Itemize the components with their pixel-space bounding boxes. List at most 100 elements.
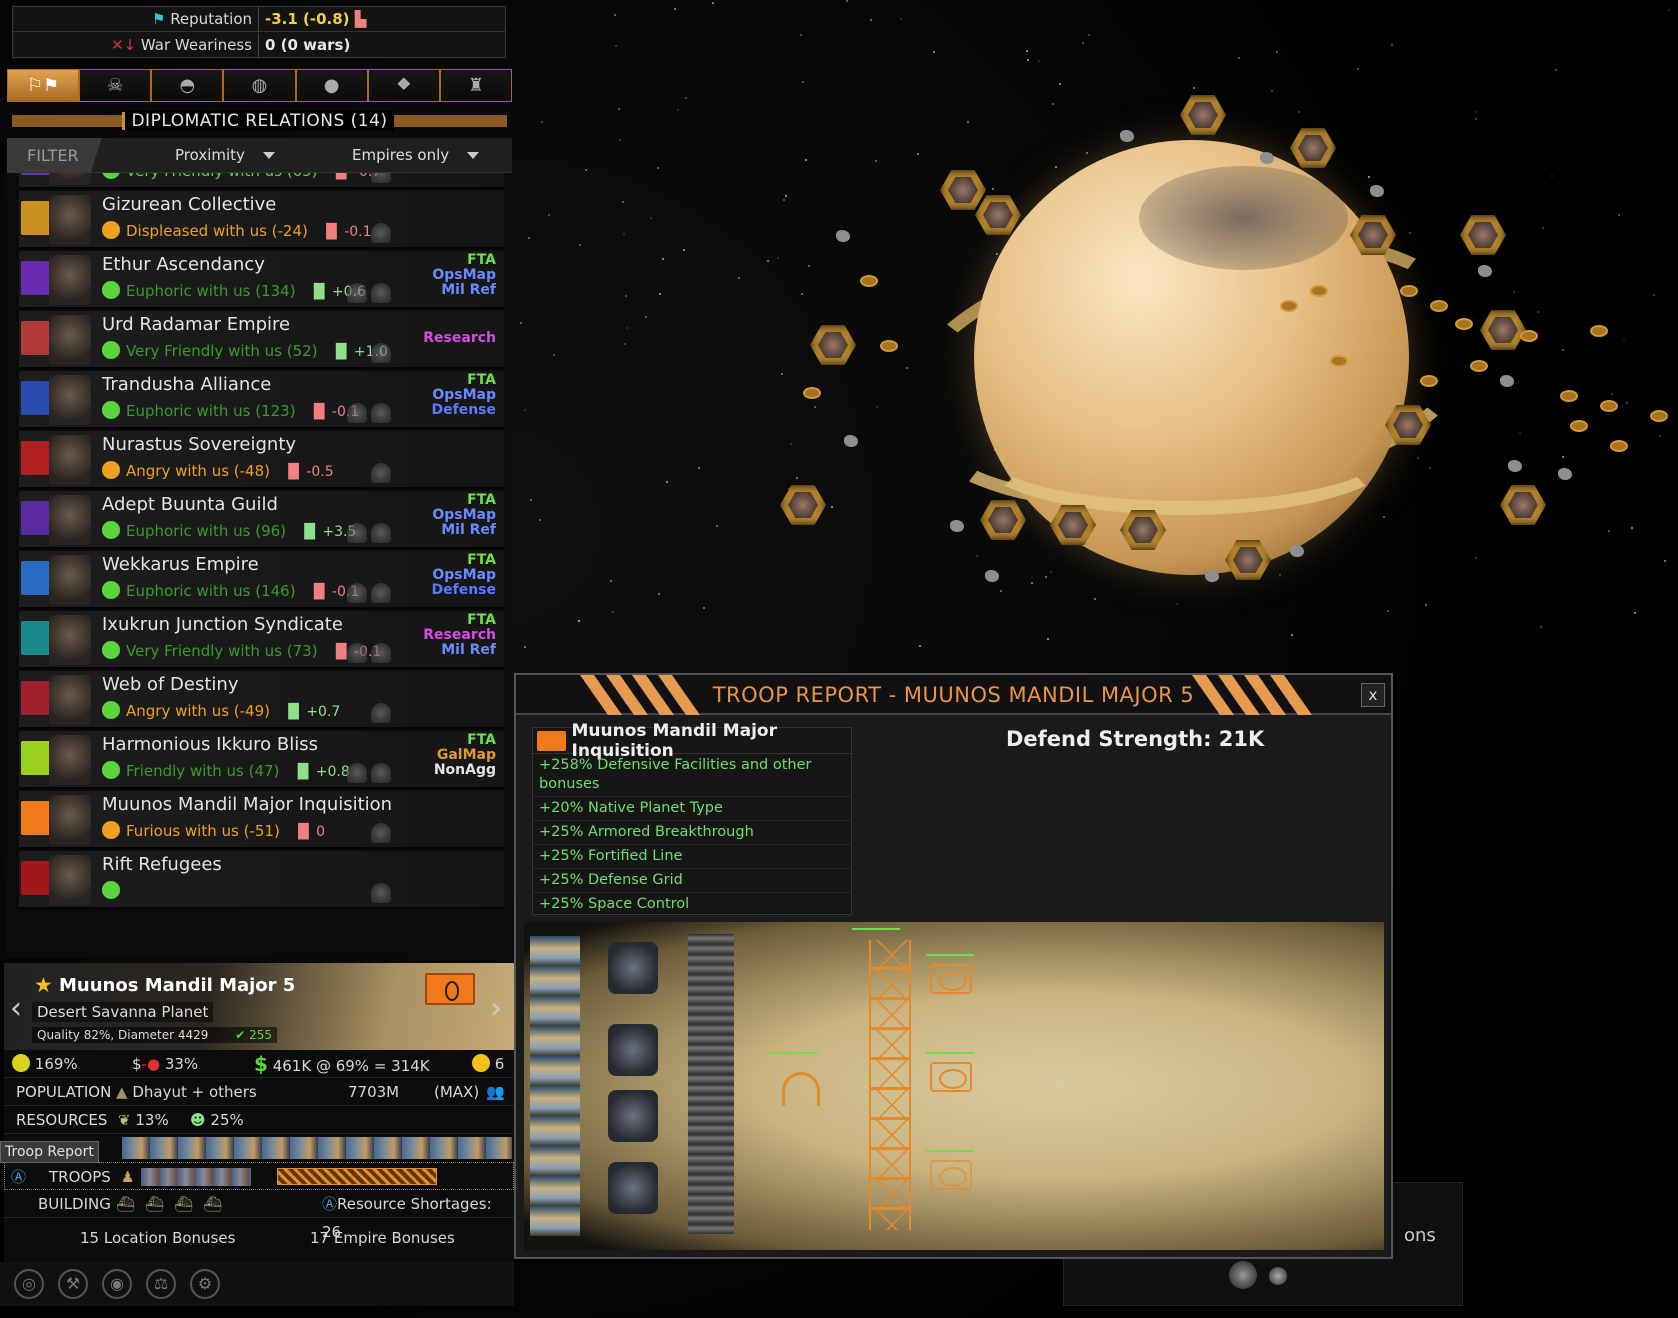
- eye-icon[interactable]: ◉: [102, 1269, 132, 1299]
- moon-thumb-icon[interactable]: [1269, 1267, 1287, 1285]
- planet-name[interactable]: Muunos Mandil Major 5: [59, 975, 295, 996]
- agent-icon[interactable]: [371, 523, 391, 543]
- star: [1625, 402, 1628, 405]
- next-planet-button[interactable]: ›: [490, 991, 502, 1026]
- agent-icon[interactable]: [371, 223, 391, 243]
- close-button[interactable]: x: [1361, 683, 1385, 707]
- troop-unit[interactable]: [608, 1162, 658, 1214]
- trend-value: -0.1: [344, 224, 372, 240]
- agent-icon[interactable]: [371, 173, 391, 183]
- treaty-badge: Mil Ref: [441, 642, 496, 658]
- smile-icon: [102, 881, 120, 899]
- reputation-value: -3.1 (-0.8) ▙: [265, 10, 367, 28]
- empire-entry[interactable]: Urd Radamar Empire Very Friendly with us…: [19, 311, 504, 369]
- location-bonuses[interactable]: 15 Location Bonuses: [80, 1229, 235, 1247]
- agent-icon[interactable]: [347, 283, 367, 303]
- orbital-platform-icon: [1650, 410, 1668, 422]
- orbital-station-icon[interactable]: [1480, 310, 1526, 350]
- agent-icon[interactable]: [371, 823, 391, 843]
- filter-bar: FILTER Proximity Empires only: [7, 137, 512, 173]
- orbital-station-icon[interactable]: [940, 170, 986, 210]
- prev-planet-button[interactable]: ‹: [10, 991, 22, 1026]
- planet-thumb-icon[interactable]: [1229, 1261, 1257, 1289]
- orbital-station-icon[interactable]: [1180, 95, 1226, 135]
- empire-bonuses[interactable]: 17 Empire Bonuses: [310, 1229, 455, 1247]
- orbital-station-icon[interactable]: [1500, 485, 1546, 525]
- empire-entry[interactable]: Very Friendly with us (65) ▐▌-0.7 Mil Re…: [19, 173, 504, 189]
- agent-icon[interactable]: [371, 883, 391, 903]
- empire-entry[interactable]: Gizurean Collective Displeased with us (…: [19, 191, 504, 249]
- agent-icon[interactable]: [371, 643, 391, 663]
- agent-icon[interactable]: [371, 703, 391, 723]
- agent-icon[interactable]: [371, 583, 391, 603]
- facility-thumbnails[interactable]: [122, 1137, 512, 1159]
- orbital-station-icon[interactable]: [980, 500, 1026, 540]
- wrench-icon[interactable]: ⚒: [58, 1269, 88, 1299]
- star: [790, 443, 793, 446]
- agent-icon[interactable]: [371, 283, 391, 303]
- agent-icon[interactable]: [347, 643, 367, 663]
- empire-entry[interactable]: Rift Refugees: [19, 851, 504, 909]
- troop-unit[interactable]: [608, 942, 658, 994]
- empire-entry[interactable]: Web of Destiny Angry with us (-49) ▐▌ +0.…: [19, 671, 504, 729]
- treaty-list: FTA GalMap NonAgg: [434, 733, 496, 778]
- agent-icon[interactable]: [371, 463, 391, 483]
- star: [579, 243, 582, 246]
- tab-galaxy[interactable]: ◍: [223, 69, 296, 102]
- population-row[interactable]: POPULATION ▲ Dhayut + others 7703M (MAX)…: [4, 1078, 514, 1106]
- agent-icon[interactable]: [371, 343, 391, 363]
- sort-dropdown[interactable]: Proximity: [175, 138, 275, 173]
- agent-icon[interactable]: [347, 523, 367, 543]
- resources-row[interactable]: RESOURCES ❦ 13% ☻ 25%: [4, 1106, 514, 1134]
- troop-unit[interactable]: [608, 1024, 658, 1076]
- agent-icon[interactable]: [347, 583, 367, 603]
- tab-pirates[interactable]: ☠: [79, 69, 152, 102]
- star: [649, 216, 652, 219]
- star: [577, 619, 580, 622]
- tab-emblem[interactable]: ⯁: [367, 69, 440, 102]
- scope-dropdown[interactable]: Empires only: [352, 138, 480, 173]
- agent-icon[interactable]: [347, 403, 367, 423]
- trend-down-icon: ▐▌: [320, 224, 343, 240]
- tab-structures[interactable]: ♜: [439, 69, 512, 102]
- tab-diplomacy[interactable]: ⚐⚑: [7, 69, 80, 102]
- troop-report-window[interactable]: TROOP REPORT - MUUNOS MANDIL MAJOR 5 x M…: [514, 673, 1393, 1259]
- star: [1408, 232, 1411, 235]
- empire-entry[interactable]: Adept Buunta Guild Euphoric with us (96)…: [19, 491, 504, 549]
- tab-independents[interactable]: ◓: [151, 69, 224, 102]
- star: [1047, 638, 1050, 641]
- agent-icon[interactable]: [371, 763, 391, 783]
- empire-list[interactable]: Very Friendly with us (65) ▐▌-0.7 Mil Re…: [7, 173, 512, 958]
- target-icon[interactable]: ◎: [14, 1269, 44, 1299]
- star: [1513, 291, 1516, 294]
- orbital-station-icon[interactable]: [1290, 128, 1336, 168]
- empire-mood: Angry with us (-49) ▐▌ +0.7: [102, 701, 340, 720]
- empire-entry[interactable]: Ethur Ascendancy Euphoric with us (134) …: [19, 251, 504, 309]
- troops-row[interactable]: Ⓐ TROOPS ♟: [4, 1162, 514, 1190]
- empire-entry[interactable]: Harmonious Ikkuro Bliss Friendly with us…: [19, 731, 504, 789]
- robot-icon[interactable]: ⚙: [190, 1269, 220, 1299]
- building-row[interactable]: BUILDING ⛴⛴⛴⛴ ⒶResource Shortages: 26: [4, 1190, 514, 1241]
- gavel-icon[interactable]: ⚖: [146, 1269, 176, 1299]
- empire-entry[interactable]: Ixukrun Junction Syndicate Very Friendly…: [19, 611, 504, 669]
- tab-characters[interactable]: ●: [295, 69, 368, 102]
- orbital-station-icon[interactable]: [780, 485, 826, 525]
- automate-icon[interactable]: Ⓐ: [11, 1163, 26, 1191]
- orbital-platform-icon: [1520, 330, 1538, 342]
- agent-icon[interactable]: [347, 763, 367, 783]
- empire-entry[interactable]: Nurastus Sovereignty Angry with us (-48)…: [19, 431, 504, 489]
- trend-down-icon: ▐▌: [308, 404, 330, 420]
- orbital-station-icon[interactable]: [1460, 215, 1506, 255]
- orbital-station-icon[interactable]: [810, 325, 856, 365]
- empire-entry[interactable]: Wekkarus Empire Euphoric with us (146) ▐…: [19, 551, 504, 609]
- orbital-station-icon[interactable]: [975, 195, 1021, 235]
- troop-report-titlebar[interactable]: TROOP REPORT - MUUNOS MANDIL MAJOR 5 x: [516, 675, 1391, 715]
- star: [1475, 111, 1478, 114]
- agent-icon[interactable]: [371, 403, 391, 423]
- empire-entry[interactable]: Muunos Mandil Major Inquisition Furious …: [19, 791, 504, 849]
- empire-entry[interactable]: Trandusha Alliance Euphoric with us (123…: [19, 371, 504, 429]
- partial-text: ons: [1404, 1225, 1436, 1246]
- owner-flag-icon[interactable]: [425, 973, 475, 1005]
- troop-unit[interactable]: [608, 1090, 658, 1142]
- star: [1270, 89, 1273, 92]
